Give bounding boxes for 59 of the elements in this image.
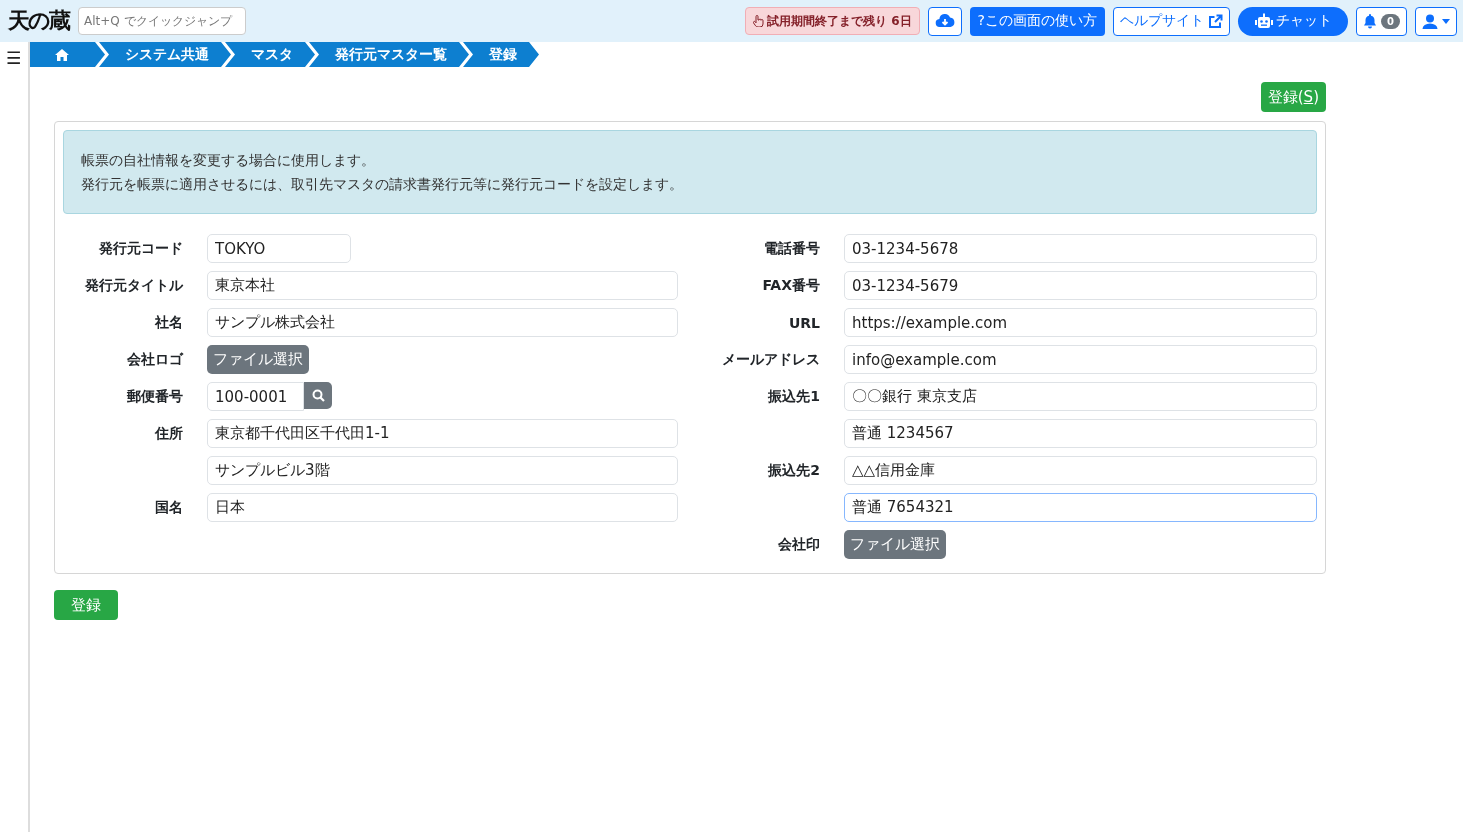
field-label: 電話番号 bbox=[764, 239, 820, 256]
breadcrumb-item[interactable]: 発行元マスター覧 bbox=[309, 42, 469, 67]
text-field[interactable]: https://example.com bbox=[844, 308, 1317, 337]
field-label: 会社印 bbox=[778, 535, 820, 552]
chat-button[interactable]: チャット bbox=[1238, 6, 1349, 36]
text-field[interactable]: TOKYO bbox=[207, 234, 351, 263]
search-button[interactable] bbox=[304, 382, 332, 409]
text-field[interactable]: 東京都千代田区千代田1-1 bbox=[207, 419, 678, 448]
field-label: 住所 bbox=[155, 424, 183, 441]
text-field[interactable]: 普通 7654321 bbox=[844, 493, 1317, 522]
menu-button[interactable]: ☰ bbox=[0, 42, 22, 68]
notifications-button[interactable]: 0 bbox=[1356, 6, 1407, 36]
text-field[interactable]: サンプル株式会社 bbox=[207, 308, 678, 337]
download-button[interactable] bbox=[927, 6, 962, 36]
text-field[interactable]: △△信用金庫 bbox=[844, 456, 1317, 485]
field-label: 発行元タイトル bbox=[85, 276, 183, 293]
text-field[interactable]: サンプルビル3階 bbox=[207, 456, 678, 485]
field-label: 郵便番号 bbox=[127, 387, 183, 404]
text-field[interactable]: info@example.com bbox=[844, 345, 1317, 374]
breadcrumb-item[interactable]: システム共通 bbox=[99, 42, 231, 67]
caret-icon bbox=[1442, 18, 1450, 24]
breadcrumb-item[interactable]: 登録 bbox=[463, 42, 539, 67]
field-label: FAX番号 bbox=[762, 276, 820, 293]
robot-icon bbox=[1254, 13, 1275, 29]
postal-code-field[interactable]: 100-0001 bbox=[207, 382, 304, 411]
info-text: 発行元を帳票に適用させるには、取引先マスタの請求書発行元等に発行元コードを設定します。 bbox=[81, 175, 684, 194]
text-field[interactable]: 〇〇銀行 東京支店 bbox=[844, 382, 1317, 411]
bell-icon bbox=[1363, 13, 1378, 29]
text-field[interactable]: 03-1234-5678 bbox=[844, 234, 1317, 263]
file-select-button[interactable]: ファイル選択 bbox=[844, 530, 946, 559]
quick-jump-field[interactable]: Alt+Q でクイックジャンプ bbox=[78, 7, 246, 35]
info-text: 帳票の自社情報を変更する場合に使用します。 bbox=[81, 151, 376, 170]
help-site-button[interactable]: ヘルプサイト bbox=[1113, 6, 1231, 36]
text-field[interactable]: 普通 1234567 bbox=[844, 419, 1317, 448]
field-label: メールアドレス bbox=[722, 350, 820, 367]
user-icon bbox=[1422, 13, 1438, 29]
logo[interactable]: 天の蔵 bbox=[8, 6, 70, 36]
usage-guide-button[interactable]: ?この画面の使い方 bbox=[969, 6, 1106, 36]
user-menu-button[interactable] bbox=[1415, 6, 1457, 36]
text-field[interactable]: 東京本社 bbox=[207, 271, 678, 300]
field-label: 会社ロゴ bbox=[127, 350, 183, 367]
search-icon bbox=[311, 389, 325, 402]
breadcrumb-home[interactable] bbox=[30, 42, 105, 67]
file-select-button[interactable]: ファイル選択 bbox=[207, 345, 309, 374]
external-link-icon bbox=[1208, 13, 1224, 29]
field-label: 振込先2 bbox=[768, 461, 820, 478]
field-label: URL bbox=[788, 314, 820, 331]
field-label: 国名 bbox=[155, 498, 183, 515]
cloud-download-icon bbox=[934, 13, 955, 29]
text-field[interactable]: 03-1234-5679 bbox=[844, 271, 1317, 300]
trial-text: 試用期間終了まで残り 6日 bbox=[767, 12, 912, 30]
home-icon bbox=[54, 48, 69, 61]
field-label: 社名 bbox=[155, 313, 183, 330]
field-label: 発行元コード bbox=[99, 239, 183, 256]
field-label: 振込先1 bbox=[768, 387, 820, 404]
text-field[interactable]: 日本 bbox=[207, 493, 678, 522]
pointing-hand-icon bbox=[753, 15, 765, 27]
breadcrumb-item[interactable]: マスタ bbox=[225, 42, 315, 67]
notification-count: 0 bbox=[1381, 13, 1400, 29]
